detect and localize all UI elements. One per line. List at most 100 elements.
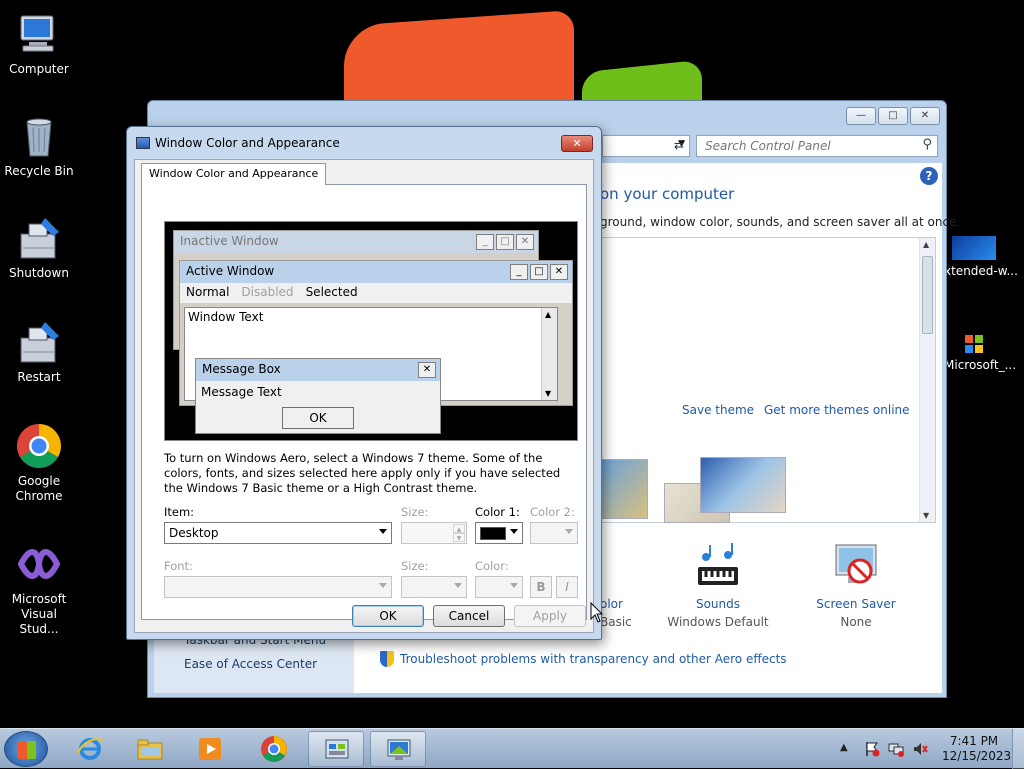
refresh-icon[interactable]: ⇄ [668,135,690,157]
taskbar-item-ie[interactable] [62,731,118,767]
color1-picker[interactable] [475,522,523,544]
maximize-button[interactable]: □ [878,107,908,125]
sounds-icon [692,541,744,593]
bold-button[interactable]: B [530,576,552,598]
taskbar-item-control-panel[interactable] [308,731,364,767]
search-input[interactable]: Search Control Panel ⚲ [696,135,938,157]
mouse-cursor-icon [590,602,604,623]
preview-menu: Normal Disabled Selected [180,283,572,303]
desktop-icon-shutdown[interactable]: Shutdown [0,214,78,281]
font-size-select[interactable] [401,576,467,598]
preview-ok-button: OK [282,407,354,429]
display-settings-icon [387,739,411,760]
troubleshoot-link[interactable]: Troubleshoot problems with transparency … [380,651,787,667]
item-label: Item: [164,505,195,519]
taskbar-item-chrome[interactable] [246,731,302,767]
chevron-down-icon [565,529,573,534]
extended-wallpaper-icon [952,236,996,260]
desktop-icon-recycle-bin[interactable]: Recycle Bin [0,112,78,179]
appearance-preview[interactable]: Inactive Window _ □ ✕ Active Window _ □ ✕ No… [164,221,578,441]
system-tray: ▲ 7:41 PM 12/15/2023 [834,729,1024,769]
close-button[interactable]: ✕ [910,107,940,125]
minimize-button[interactable]: — [846,107,876,125]
scroll-up-icon[interactable]: ▲ [923,240,929,249]
desktop-icon-chrome[interactable]: Google Chrome [0,422,78,504]
font-select[interactable] [164,576,392,598]
dialog-app-icon [136,137,150,149]
control-panel-icon [325,739,349,759]
preview-message-box: Message Box ✕ Message Text OK [195,358,441,434]
item-select[interactable]: Desktop [164,522,392,544]
visual-studio-icon [15,540,63,588]
chevron-down-icon [510,529,518,534]
taskbar-item-explorer[interactable] [122,731,178,767]
search-icon[interactable]: ⚲ [922,137,932,152]
restart-icon [15,318,63,366]
shield-icon [380,651,394,667]
chrome-icon [15,422,63,470]
color-swatch [480,527,506,540]
theme-thumbnail[interactable] [700,457,786,513]
chevron-down-icon [454,583,462,588]
desktop-icon-computer[interactable]: Computer [0,10,78,77]
sounds-item[interactable]: Sounds Windows Default [658,541,778,629]
more-themes-link[interactable]: Get more themes online [764,403,910,417]
volume-muted-icon[interactable] [912,741,928,757]
scroll-down-icon[interactable]: ▼ [923,511,929,520]
close-icon: ✕ [516,234,534,250]
tab-window-color[interactable]: Window Color and Appearance [141,163,327,185]
apply-button[interactable]: Apply [514,605,586,627]
window-color-dialog: Window Color and Appearance ✕ Window Col… [126,126,602,640]
size-stepper[interactable]: ▲ ▼ [401,522,467,544]
spin-up-icon[interactable]: ▲ [453,524,465,533]
spin-down-icon[interactable]: ▼ [453,533,465,542]
start-button[interactable] [4,731,48,767]
tab-panel: Inactive Window _ □ ✕ Active Window _ □ ✕ No… [141,184,587,620]
font-color-label: Color: [475,559,509,573]
screen-saver-item[interactable]: Screen Saver None [796,541,916,629]
tray-overflow-icon[interactable]: ▲ [840,742,848,753]
save-theme-link[interactable]: Save theme [682,403,754,417]
file-explorer-icon [137,739,163,760]
scrollbar-thumb[interactable] [922,256,933,334]
themes-scrollbar[interactable]: ▲ ▼ [919,238,935,522]
color2-picker[interactable] [530,522,578,544]
help-icon[interactable]: ? [920,167,938,185]
action-center-icon[interactable] [864,741,880,757]
page-subtitle: ground, window color, sounds, and screen… [600,215,961,229]
desktop-icon-extended-wallpaper[interactable]: xtended-w... [944,236,1018,278]
chevron-down-icon [379,583,387,588]
maximize-icon: □ [496,234,514,250]
desktop-icon-microsoft[interactable]: Microsoft_... [944,334,1016,372]
font-size-label: Size: [401,559,429,573]
minimize-icon: _ [510,264,528,280]
desktop-icon-visual-studio[interactable]: Microsoft Visual Stud... [0,540,78,637]
aero-description: To turn on Windows Aero, select a Window… [164,451,561,495]
show-desktop-button[interactable] [1012,729,1024,769]
desktop-icon-restart[interactable]: Restart [0,318,78,385]
taskbar-item-display[interactable] [370,731,426,767]
preview-scrollbar: ▲ ▼ [541,308,557,400]
window-controls: — □ ✕ [846,107,940,125]
ok-button[interactable]: OK [352,605,424,627]
recycle-bin-icon [15,112,63,160]
dialog-title: Window Color and Appearance [155,136,340,150]
windows-logo-icon [18,741,36,759]
color1-label: Color 1: [475,505,520,519]
maximize-icon: □ [530,264,548,280]
italic-button[interactable]: I [556,576,578,598]
close-icon: ✕ [550,264,568,280]
network-icon[interactable] [888,741,904,757]
minimize-icon: _ [476,234,494,250]
theme-thumbnail[interactable] [600,459,648,519]
shutdown-icon [15,214,63,262]
chrome-icon [261,736,287,762]
taskbar-item-media-player[interactable] [182,731,238,767]
dialog-close-button[interactable]: ✕ [561,135,593,152]
chevron-down-icon [379,529,387,534]
cancel-button[interactable]: Cancel [433,605,505,627]
font-color-picker[interactable] [475,576,523,598]
sidebar-link-ease-of-access[interactable]: Ease of Access Center [184,657,317,671]
color2-label: Color 2: [530,505,575,519]
taskbar-clock[interactable]: 7:41 PM 12/15/2023 [942,734,1011,764]
